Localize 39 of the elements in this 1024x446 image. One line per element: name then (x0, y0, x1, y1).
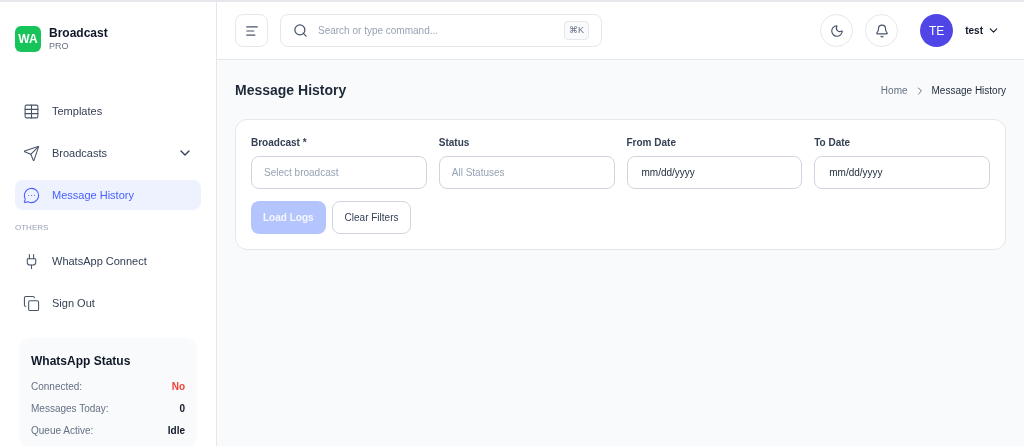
search-icon (293, 23, 308, 38)
avatar[interactable]: TE (920, 14, 954, 47)
tier-label: PRO (49, 41, 70, 53)
user-menu[interactable]: test (965, 23, 1000, 38)
shortcut-key: ⌘K (564, 20, 589, 41)
menu-button[interactable] (235, 14, 268, 47)
bell-icon (874, 23, 889, 38)
table-icon (23, 102, 40, 120)
sidebar-item[interactable]: WhatsApp Connect (15, 246, 201, 277)
field-label: To Date (814, 136, 852, 150)
status-value: 0 (179, 402, 185, 417)
field-label: Broadcast * (251, 136, 308, 150)
field-label: Status (438, 136, 471, 150)
status-label: Connected: (31, 380, 83, 395)
breadcrumb-item[interactable]: Home (880, 83, 908, 98)
copy-icon (23, 294, 40, 312)
send-icon (23, 144, 40, 162)
menu-icon (244, 23, 259, 38)
sidebar-item[interactable]: Message History (15, 180, 201, 211)
section-title: OTHERS (15, 222, 50, 235)
field-label: From Date (626, 136, 677, 150)
logo: WA (15, 26, 41, 53)
card-title: WhatsApp Status (31, 353, 132, 371)
chat-icon (23, 186, 40, 204)
brand-name: Broadcast (49, 26, 108, 41)
sidebar-item[interactable]: Sign Out (15, 288, 201, 319)
breadcrumb-item: Message History (931, 84, 1006, 98)
status-label: Queue Active: (31, 424, 94, 439)
sidebar-item[interactable]: Broadcasts (15, 138, 201, 169)
date-field[interactable]: mm/dd/yyyy (626, 156, 803, 189)
sidebar-item[interactable]: Templates (15, 96, 201, 127)
clear-button[interactable]: Clear Filters (331, 201, 412, 234)
status-value: Idle (167, 424, 185, 439)
search-field[interactable]: Search or type command... ⌘K (280, 14, 602, 47)
status-label: Messages Today: (31, 402, 109, 417)
moon-icon (829, 23, 844, 38)
page-title: Message History (235, 81, 347, 100)
date-field[interactable]: mm/dd/yyyy (814, 156, 990, 189)
status-value: No (171, 380, 185, 395)
